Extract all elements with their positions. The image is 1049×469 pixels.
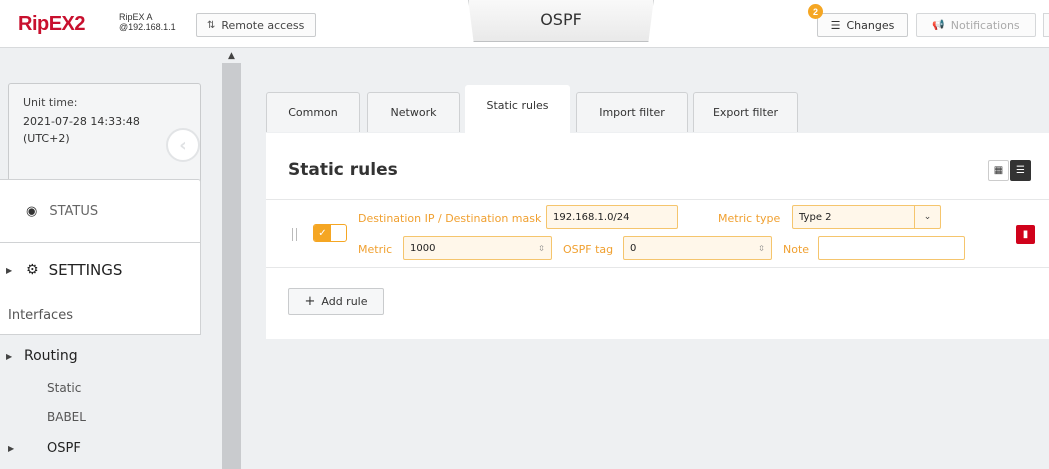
caret-right-icon: ▶	[6, 265, 13, 275]
plus-icon: +	[304, 294, 316, 309]
sidebar-item-ospf[interactable]: ▶ OSPF	[0, 435, 201, 461]
overflow-button[interactable]	[1043, 13, 1049, 37]
sidebar-item-settings-label: SETTINGS	[48, 261, 123, 279]
notifications-label: Notifications	[950, 18, 1020, 32]
tab-common[interactable]: Common	[266, 92, 360, 132]
page-title-tab: OSPF	[468, 0, 654, 42]
sidebar-scrollbar[interactable]	[222, 49, 241, 469]
tab-export-filter[interactable]: Export filter	[693, 92, 798, 132]
unit-name: RipEX A @192.168.1.1	[119, 12, 176, 32]
notifications-button[interactable]: 📢 Notifications	[916, 13, 1036, 37]
metric-value: 1000	[410, 242, 436, 254]
ripex-logo: RipEX2	[18, 13, 86, 35]
sidebar-item-static[interactable]: Static	[0, 375, 201, 401]
sidebar-item-babel[interactable]: BABEL	[0, 404, 201, 430]
sidebar-item-status[interactable]: ◉ STATUS	[0, 179, 201, 243]
metric-label: Metric	[358, 243, 393, 256]
changes-button[interactable]: ☰ Changes	[817, 13, 908, 37]
metric-input[interactable]: 1000 ⇳	[403, 236, 552, 260]
tab-import-filter-label: Import filter	[599, 106, 665, 119]
megaphone-icon: 📢	[932, 19, 945, 31]
ospf-tag-label: OSPF tag	[563, 243, 614, 256]
unit-time-label: Unit time:	[23, 96, 78, 109]
dest-label: Destination IP / Destination mask	[358, 212, 542, 225]
metric-type-value: Type 2	[799, 211, 832, 223]
page-title: OSPF	[540, 10, 582, 29]
unit-time-datetime: 2021-07-28 14:33:48	[23, 115, 140, 128]
sidebar-item-interfaces-label: Interfaces	[8, 308, 73, 323]
changes-label: Changes	[846, 18, 895, 32]
tab-import-filter[interactable]: Import filter	[576, 92, 688, 132]
tab-common-label: Common	[288, 106, 338, 119]
scroll-up-icon[interactable]: ▲	[222, 49, 241, 63]
sidebar-item-routing[interactable]: ▶ Routing	[0, 342, 201, 370]
add-rule-button[interactable]: + Add rule	[288, 288, 384, 315]
sidebar-item-routing-label: Routing	[24, 348, 78, 364]
metric-type-label: Metric type	[718, 212, 781, 225]
static-rule-row: ✓ Destination IP / Destination mask 192.…	[266, 199, 1049, 268]
metric-type-select[interactable]: Type 2 ⌄	[792, 205, 941, 229]
sidebar-item-babel-label: BABEL	[47, 410, 86, 424]
ospf-tag-input[interactable]: 0 ⇳	[623, 236, 772, 260]
list-view-icon[interactable]: ☰	[1010, 160, 1031, 181]
sidebar-item-interfaces[interactable]: Interfaces	[0, 297, 201, 335]
tab-network-label: Network	[390, 106, 437, 119]
list-icon: ☰	[830, 18, 841, 32]
remote-access-button[interactable]: ⇅ Remote access	[196, 13, 316, 37]
spinner-icon[interactable]: ⇳	[536, 242, 547, 254]
unit-ip: @192.168.1.1	[119, 22, 176, 32]
changes-count-badge: 2	[808, 4, 823, 19]
tab-export-filter-label: Export filter	[712, 106, 779, 119]
check-icon: ✓	[314, 225, 331, 241]
remote-access-icon: ⇅	[207, 19, 216, 31]
tab-static-rules-label: Static rules	[486, 99, 549, 112]
panel-title: Static rules	[288, 160, 398, 180]
unit-name-label: RipEX A	[119, 12, 153, 22]
tab-network[interactable]: Network	[367, 92, 460, 132]
grid-view-icon[interactable]: ▦	[988, 160, 1009, 181]
spinner-icon[interactable]: ⇳	[756, 242, 767, 254]
sidebar-item-static-label: Static	[47, 381, 82, 395]
static-rules-panel: Static rules ▦ ☰ ✓ Destination IP / Dest…	[266, 133, 1049, 339]
sidebar-item-settings[interactable]: ▶ ⚙ SETTINGS	[0, 243, 201, 297]
unit-time-zone: (UTC+2)	[23, 132, 70, 145]
sidebar-item-ospf-label: OSPF	[47, 440, 81, 456]
note-label: Note	[783, 243, 810, 256]
chevron-down-icon: ⌄	[914, 206, 940, 228]
dest-value: 192.168.1.0/24	[553, 211, 630, 223]
caret-right-icon: ▶	[6, 351, 13, 361]
sidebar-item-status-label: STATUS	[49, 203, 99, 219]
note-input[interactable]	[818, 236, 965, 260]
sidebar-nav: ◉ STATUS ▶ ⚙ SETTINGS Interfaces ▶ Routi…	[0, 179, 201, 469]
delete-rule-icon[interactable]: ▮	[1016, 225, 1035, 244]
ospf-tag-value: 0	[630, 242, 637, 254]
add-rule-label: Add rule	[321, 295, 368, 308]
remote-access-label: Remote access	[221, 18, 305, 32]
collapse-sidebar-icon[interactable]: ‹	[166, 128, 200, 162]
unit-time-value: 2021-07-28 14:33:48 (UTC+2)	[23, 113, 140, 147]
gears-icon: ⚙	[26, 262, 39, 278]
gauge-icon: ◉	[26, 203, 38, 219]
sidebar: Unit time: 2021-07-28 14:33:48 (UTC+2) ‹…	[0, 49, 222, 469]
dest-input[interactable]: 192.168.1.0/24	[546, 205, 678, 229]
top-bar: RipEX2 RipEX A @192.168.1.1 ⇅ Remote acc…	[0, 0, 1049, 48]
rule-enabled-toggle[interactable]: ✓	[313, 224, 347, 242]
drag-handle-icon[interactable]	[292, 228, 297, 241]
tab-static-rules[interactable]: Static rules	[465, 85, 570, 133]
caret-right-icon: ▶	[8, 443, 15, 453]
